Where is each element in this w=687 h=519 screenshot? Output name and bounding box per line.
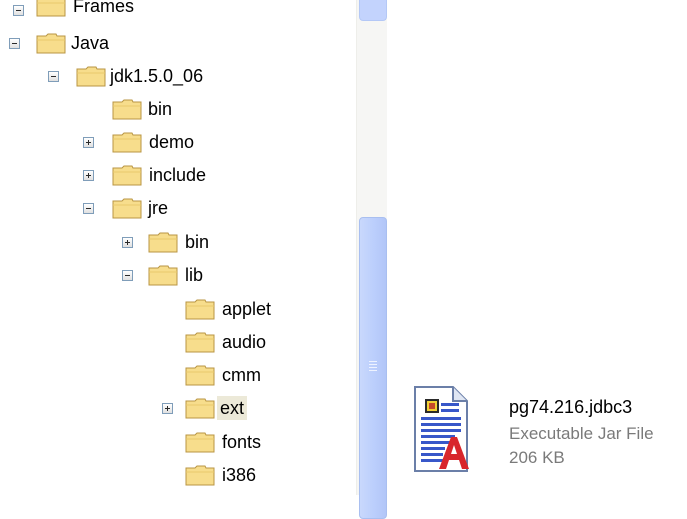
tree-item-label: bin	[148, 99, 173, 119]
tree-item-label: applet	[222, 299, 272, 319]
folder-icon	[36, 33, 66, 54]
tree-item-label: ext	[217, 396, 248, 420]
jar-file-icon	[414, 386, 469, 472]
folder-icon	[76, 66, 106, 87]
grip-line	[369, 364, 377, 365]
collapse-icon[interactable]	[13, 5, 24, 16]
collapse-icon[interactable]	[48, 71, 59, 82]
grip-line	[369, 370, 377, 371]
folder-icon	[185, 432, 215, 453]
folder-icon	[185, 398, 215, 419]
expand-icon[interactable]	[83, 170, 94, 181]
grip-line	[369, 361, 377, 362]
tree-item-label: Java	[71, 33, 110, 53]
collapse-icon[interactable]	[83, 203, 94, 214]
tree-item-label: audio	[222, 332, 267, 352]
folder-icon	[148, 232, 178, 253]
folder-icon	[185, 465, 215, 486]
folder-icon	[112, 132, 142, 153]
tree-item-label: lib	[185, 265, 204, 285]
folder-icon	[112, 99, 142, 120]
file-type: Executable Jar File	[509, 424, 654, 443]
tree-item-label: Frames	[73, 0, 135, 16]
folder-icon	[185, 299, 215, 320]
tree-item-label: demo	[149, 132, 195, 152]
grip-line	[369, 367, 377, 368]
collapse-icon[interactable]	[122, 270, 133, 281]
folder-icon	[185, 365, 215, 386]
expand-icon[interactable]	[162, 403, 173, 414]
folder-icon	[112, 165, 142, 186]
tree-item-label: jre	[148, 198, 169, 218]
tree-item-label: include	[149, 165, 207, 185]
scrollbar-thumb[interactable]	[359, 217, 387, 519]
expand-icon[interactable]	[122, 237, 133, 248]
tree-item-label: cmm	[222, 365, 261, 385]
file-item-jar[interactable]: pg74.216.jdbc3 Executable Jar File 206 K…	[413, 385, 683, 475]
tree-item-label: i386	[222, 465, 257, 485]
scrollbar-upper-segment[interactable]	[359, 0, 387, 21]
folder-icon	[36, 0, 66, 17]
collapse-icon[interactable]	[9, 38, 20, 49]
file-name: pg74.216.jdbc3	[509, 397, 633, 417]
tree-item-label: bin	[185, 232, 210, 252]
folder-icon	[185, 332, 215, 353]
vertical-scrollbar[interactable]	[356, 0, 387, 519]
file-size: 206 KB	[509, 448, 565, 467]
tree-item-label: jdk1.5.0_06	[110, 66, 204, 86]
folder-icon	[148, 265, 178, 286]
expand-icon[interactable]	[83, 137, 94, 148]
folder-icon	[112, 198, 142, 219]
tree-item-label: fonts	[222, 432, 262, 452]
folder-tree: Frames Java jdk1.5.0_06 bin demo include…	[0, 0, 356, 495]
